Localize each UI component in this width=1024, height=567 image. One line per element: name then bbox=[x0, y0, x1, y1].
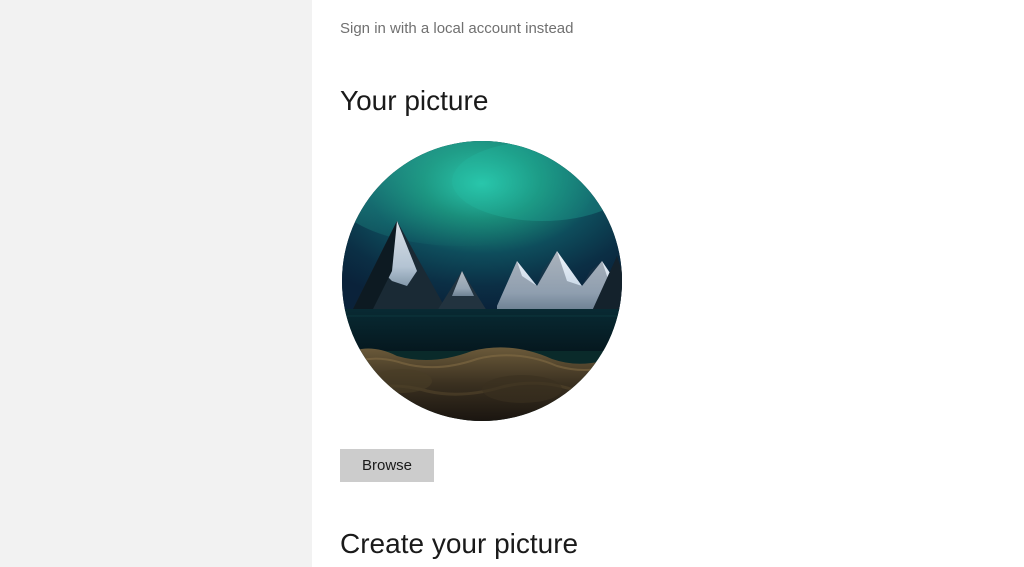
profile-picture-avatar bbox=[342, 141, 622, 421]
browse-button[interactable]: Browse bbox=[340, 449, 434, 482]
your-picture-heading: Your picture bbox=[340, 85, 1024, 117]
settings-sidebar bbox=[0, 0, 312, 567]
landscape-photo-icon bbox=[342, 141, 622, 421]
create-your-picture-heading: Create your picture bbox=[340, 528, 1024, 560]
signin-local-account-link[interactable]: Sign in with a local account instead bbox=[340, 20, 573, 37]
settings-content: Sign in with a local account instead You… bbox=[312, 0, 1024, 567]
